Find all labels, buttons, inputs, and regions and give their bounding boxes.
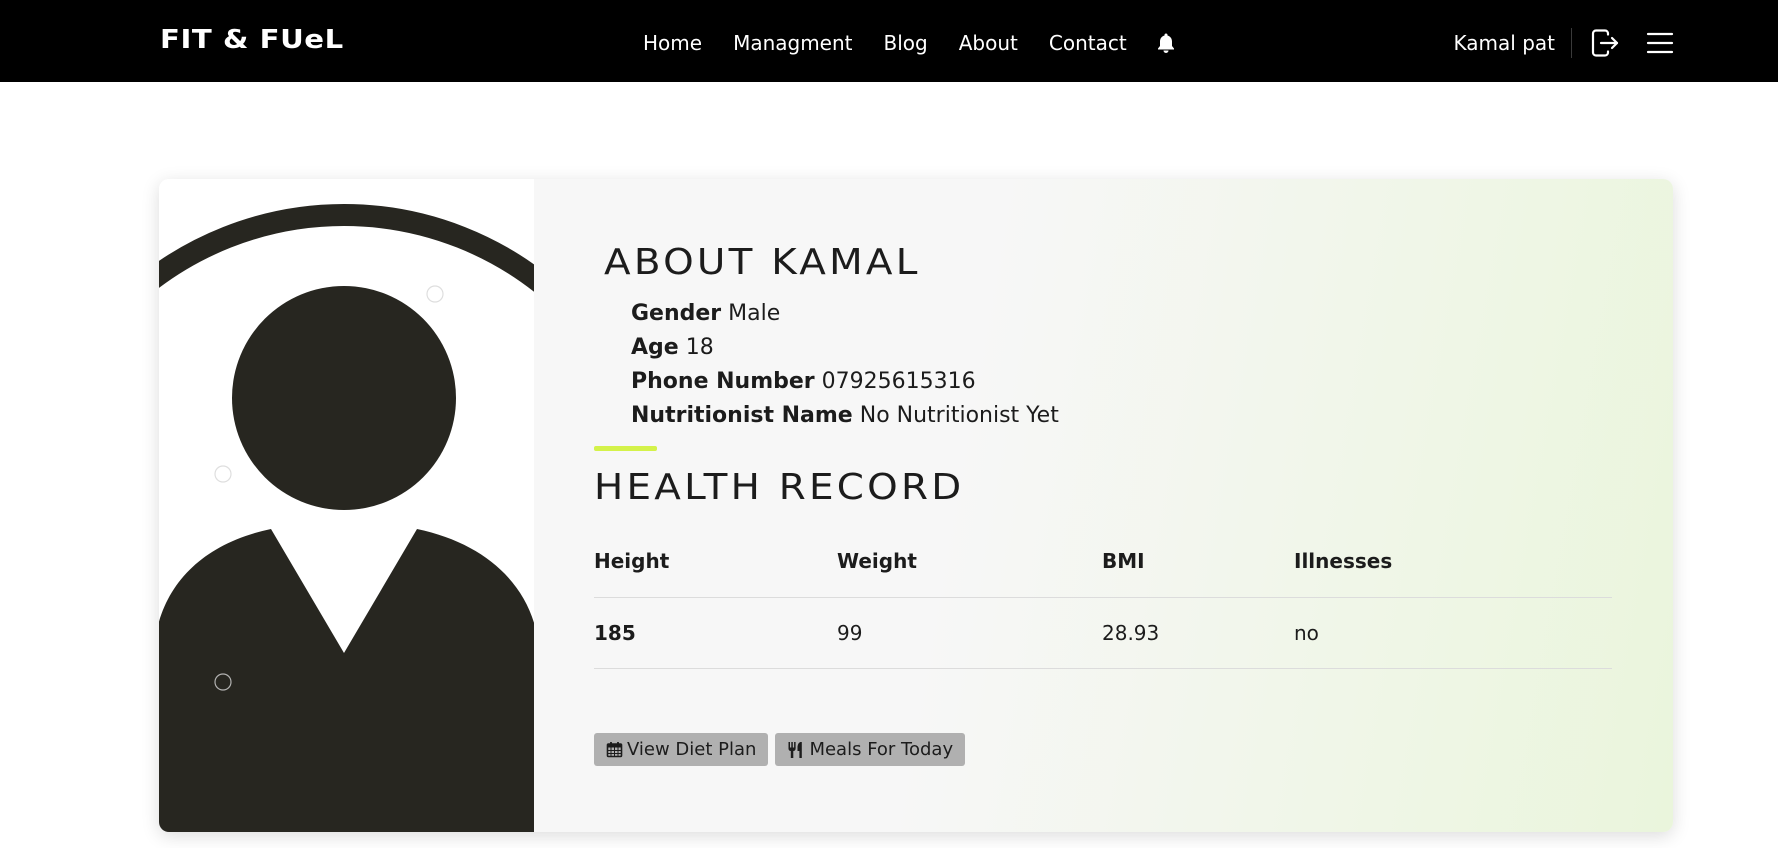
info-label: Nutritionist Name	[631, 403, 853, 428]
info-label: Age	[631, 335, 679, 360]
cell-weight: 99	[837, 597, 1102, 669]
nav-link-contact[interactable]: Contact	[1049, 28, 1127, 58]
cell-height: 185	[594, 597, 837, 669]
profile-details: ABOUT KAMAL Gender Male Age 18 Phone Num…	[594, 179, 1634, 832]
info-value: 07925615316	[821, 369, 976, 394]
health-record-table: Height Weight BMI Illnesses 185 99 28.93…	[594, 526, 1612, 669]
utensils-icon	[788, 741, 803, 758]
health-record-title: HEALTH RECORD	[594, 467, 965, 508]
info-phone: Phone Number 07925615316	[631, 365, 1059, 399]
cell-illnesses: no	[1294, 597, 1612, 669]
info-value: 18	[685, 335, 714, 360]
column-header-height: Height	[594, 526, 837, 598]
info-value: No Nutritionist Yet	[859, 403, 1059, 428]
profile-card: ABOUT KAMAL Gender Male Age 18 Phone Num…	[159, 179, 1673, 832]
column-header-bmi: BMI	[1102, 526, 1294, 598]
info-gender: Gender Male	[631, 297, 1059, 331]
meals-for-today-label: Meals For Today	[809, 739, 954, 760]
about-title: ABOUT KAMAL	[604, 242, 921, 283]
profile-photo	[159, 179, 534, 832]
info-label: Phone Number	[631, 369, 815, 394]
personal-info-list: Gender Male Age 18 Phone Number 07925615…	[631, 297, 1059, 433]
info-value: Male	[728, 301, 781, 326]
hamburger-menu-icon[interactable]	[1646, 31, 1674, 55]
bell-icon[interactable]	[1156, 32, 1176, 54]
nav-link-managment[interactable]: Managment	[733, 28, 852, 58]
main-nav: Home Managment Blog About Contact	[643, 28, 1176, 58]
table-row: 185 99 28.93 no	[594, 597, 1612, 669]
column-header-illnesses: Illnesses	[1294, 526, 1612, 598]
nav-link-blog[interactable]: Blog	[884, 28, 928, 58]
info-label: Gender	[631, 301, 722, 326]
info-nutritionist: Nutritionist Name No Nutritionist Yet	[631, 399, 1059, 433]
table-header-row: Height Weight BMI Illnesses	[594, 526, 1612, 598]
user-area: Kamal pat	[1454, 24, 1674, 62]
meals-for-today-button[interactable]: Meals For Today	[775, 733, 966, 766]
section-divider	[594, 446, 657, 451]
nav-link-home[interactable]: Home	[643, 28, 702, 58]
cell-bmi: 28.93	[1102, 597, 1294, 669]
calendar-icon	[606, 742, 623, 758]
username-link[interactable]: Kamal pat	[1454, 28, 1572, 58]
logout-icon[interactable]	[1590, 28, 1620, 58]
action-buttons: View Diet Plan Meals For Today	[594, 733, 966, 766]
nav-link-about[interactable]: About	[959, 28, 1018, 58]
view-diet-plan-button[interactable]: View Diet Plan	[594, 733, 769, 766]
brand-logo[interactable]: FIT & FUeL	[160, 24, 344, 56]
user-avatar-placeholder-icon	[159, 179, 534, 832]
view-diet-plan-label: View Diet Plan	[627, 739, 757, 760]
top-navbar: FIT & FUeL Home Managment Blog About Con…	[0, 0, 1778, 82]
column-header-weight: Weight	[837, 526, 1102, 598]
info-age: Age 18	[631, 331, 1059, 365]
